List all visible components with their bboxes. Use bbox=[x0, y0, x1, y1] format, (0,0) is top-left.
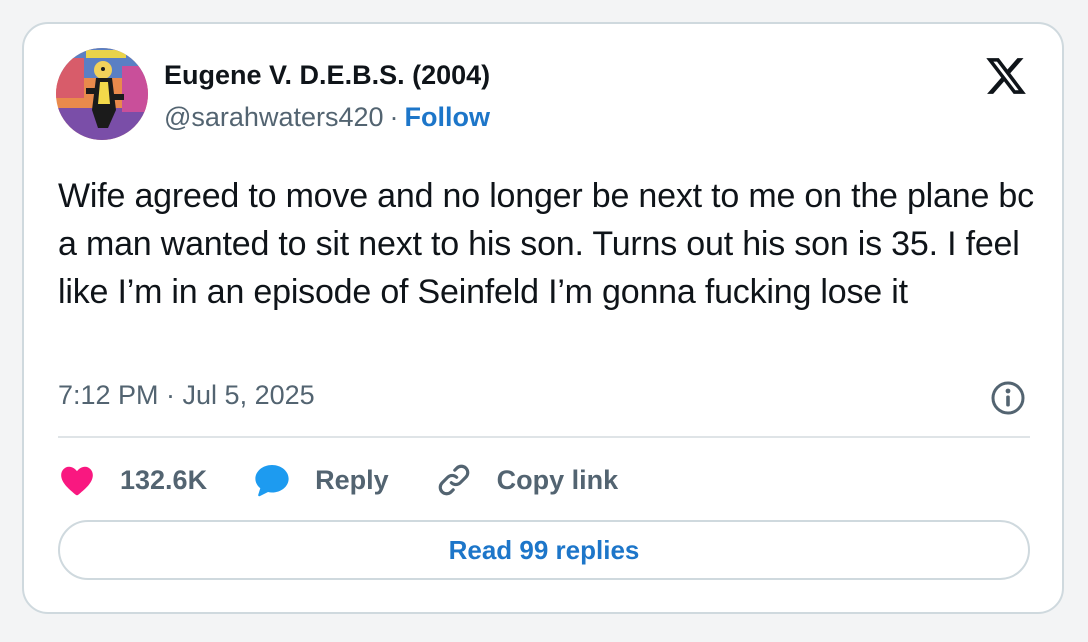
divider bbox=[58, 436, 1030, 438]
copy-link-button[interactable]: Copy link bbox=[435, 461, 619, 499]
reply-label: Reply bbox=[315, 464, 389, 495]
copy-link-label: Copy link bbox=[496, 464, 619, 495]
cartoon-avatar-icon bbox=[56, 48, 148, 140]
heart-icon bbox=[61, 466, 93, 496]
tweet-text: Wife agreed to move and no longer be nex… bbox=[58, 177, 1034, 311]
info-icon[interactable] bbox=[990, 380, 1026, 416]
action-bar: 132.6K Reply Copy link bbox=[58, 460, 664, 500]
author-handle-row: @sarahwaters420 · Follow bbox=[164, 102, 490, 133]
author-display-name[interactable]: Eugene V. D.E.B.S. (2004) bbox=[164, 60, 490, 91]
follow-button[interactable]: Follow bbox=[405, 102, 490, 132]
speech-bubble-icon bbox=[255, 464, 289, 497]
link-icon bbox=[438, 464, 469, 496]
like-count: 132.6K bbox=[120, 464, 208, 495]
separator-dot: · bbox=[389, 102, 399, 132]
reply-button[interactable]: Reply bbox=[253, 461, 389, 499]
x-logo-icon[interactable] bbox=[984, 54, 1028, 98]
tweet-timestamp[interactable]: 7:12 PM · Jul 5, 2025 bbox=[58, 380, 315, 411]
tweet-card: Eugene V. D.E.B.S. (2004) @sarahwaters42… bbox=[22, 22, 1064, 614]
like-button[interactable]: 132.6K bbox=[58, 461, 207, 499]
read-replies-button[interactable]: Read 99 replies bbox=[58, 520, 1030, 580]
avatar[interactable] bbox=[56, 48, 148, 140]
author-handle[interactable]: @sarahwaters420 bbox=[164, 102, 384, 132]
